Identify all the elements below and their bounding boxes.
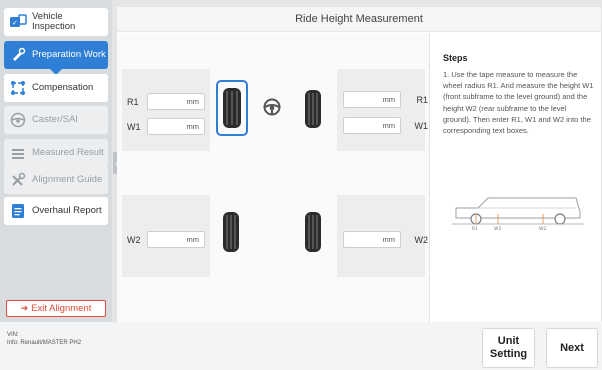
front-right-r1-row: mm R1 [343,91,428,108]
w2-label: W2 [414,234,429,245]
exit-icon: ➜ [20,303,29,313]
main-panel: Ride Height Measurement R1 mm W1 mm mm R… [117,7,601,322]
exit-alignment-label: Exit Alignment [31,303,92,314]
compensation-icon [8,78,28,98]
diagram-label-w1: W1 [494,226,501,230]
vin-label: VIN: [7,332,19,338]
next-button[interactable]: Next [546,328,598,368]
sidebar-item-label: Caster/SAI [32,114,78,125]
front-right-tire-icon[interactable] [304,89,322,129]
r1-label: R1 [127,96,139,107]
front-left-tire-icon[interactable] [222,87,242,129]
page-title: Ride Height Measurement [117,7,601,32]
rear-right-tire-icon[interactable] [304,211,322,253]
front-left-w1-row: W1 mm [127,118,205,135]
sidebar-item-label: Preparation Work [32,49,106,60]
front-right-panel [337,69,425,151]
steps-text: 1. Use the tape measure to measure the w… [443,70,594,136]
rear-left-tire-icon[interactable] [222,211,240,253]
front-right-r1-input[interactable]: mm [343,91,401,108]
vehicle-info: VIN: Info: Renault/MASTER PH2 [7,331,81,347]
sidebar-item-label: Compensation [32,82,94,93]
sidebar: ✓ Vehicle Inspection Preparation Work Co… [0,0,112,322]
diagram-label-w2: W2 [539,226,546,230]
front-left-w1-input[interactable]: mm [147,118,205,135]
w1-label: W1 [127,121,141,132]
rear-right-w2-row: mm W2 [343,231,428,248]
front-left-panel [122,69,210,151]
steps-title: Steps [443,53,468,63]
sidebar-item-label: Vehicle Inspection [32,11,76,32]
front-right-w1-input[interactable]: mm [343,117,401,134]
steering-wheel-icon [8,110,28,130]
w1-label: W1 [414,120,429,131]
wrench-icon [8,170,28,190]
vehicle-side-diagram: R1 W1 W2 [452,197,584,230]
diagram-label-r1: R1 [472,226,478,230]
svg-text:✓: ✓ [12,19,18,27]
vehicle-inspection-icon: ✓ [8,12,28,32]
r1-label: R1 [416,94,428,105]
sidebar-item-vehicle-inspection[interactable]: ✓ Vehicle Inspection [4,8,108,36]
w2-label: W2 [127,234,141,245]
measured-result-icon [8,143,28,163]
rear-left-w2-input[interactable]: mm [147,231,205,248]
sidebar-item-alignment-guide[interactable]: Alignment Guide [4,166,108,194]
sidebar-item-label: Alignment Guide [32,174,103,185]
sidebar-item-preparation-work[interactable]: Preparation Work [4,41,108,75]
sidebar-item-label: Overhaul Report [32,205,102,216]
front-left-r1-row: R1 mm [127,93,205,110]
steering-wheel-icon [263,98,281,116]
rear-right-w2-input[interactable]: mm [343,231,401,248]
sidebar-item-compensation[interactable]: Compensation [4,74,108,102]
sidebar-item-measured-result[interactable]: Measured Result [4,139,108,167]
front-left-r1-input[interactable]: mm [147,93,205,110]
vehicle-model-info: Info: Renault/MASTER PH2 [7,340,82,346]
measurement-area: R1 mm W1 mm mm R1 mm W1 W2 mm mm W2 [117,33,429,322]
report-icon [8,201,28,221]
sidebar-item-label: Measured Result [32,147,104,158]
preparation-icon [8,45,28,65]
exit-alignment-button[interactable]: ➜ Exit Alignment [6,300,106,317]
bottom-bar: VIN: Info: Renault/MASTER PH2 Unit Setti… [0,322,602,370]
steps-panel: Steps 1. Use the tape measure to measure… [429,33,601,322]
unit-setting-button[interactable]: Unit Setting [482,328,535,368]
front-right-w1-row: mm W1 [343,117,428,134]
sidebar-item-caster-sai[interactable]: Caster/SAI [4,106,108,134]
sidebar-item-overhaul-report[interactable]: Overhaul Report [4,197,108,225]
rear-left-w2-row: W2 mm [127,231,205,248]
